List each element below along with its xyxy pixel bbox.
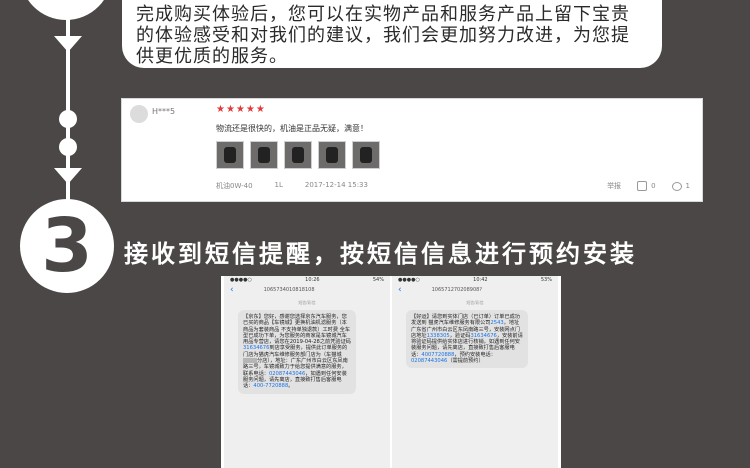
sms-nav-bar: ‹ 1065734010818108	[224, 284, 390, 296]
oil-bottle-image	[224, 147, 236, 163]
review-photo-thumbnail[interactable]	[352, 141, 380, 169]
redacted-block	[243, 358, 257, 364]
sms-code-link[interactable]: 2543	[490, 320, 503, 326]
sms-text: ，验证码	[449, 332, 471, 339]
sms-phone-link[interactable]: 4007720888	[421, 352, 454, 358]
review-size: 1L	[274, 181, 283, 189]
comment-count: 1	[685, 182, 690, 190]
timeline-dot	[59, 138, 77, 156]
review-photo-thumbnail[interactable]	[284, 141, 312, 169]
sms-sender: 106571270208908?	[431, 287, 482, 293]
timeline-dot	[59, 110, 77, 128]
sms-sender: 1065734010818108	[263, 287, 315, 293]
sms-code-link[interactable]: 31634676	[243, 345, 269, 351]
battery-level: 53%	[540, 277, 552, 283]
sms-screenshots: ●●●●○ 10:26 54% ‹ 1065734010818108 短信/彩信…	[221, 276, 561, 468]
like-count: 0	[651, 182, 656, 190]
phone-screenshot-right: ●●●●○ 10:42 53% ‹ 106571270208908? 短信/彩信…	[392, 276, 558, 468]
status-bar: ●●●●○ 10:26 54%	[224, 276, 390, 284]
feedback-instruction-text: 完成购买体验后，您可以在实物产品和服务产品上留下宝贵的体验感受和对我们的建议，我…	[136, 4, 630, 67]
review-text: 物流还是很快的，机油是正品无疑，满意！	[216, 124, 368, 133]
phone-screenshot-left: ●●●●○ 10:26 54% ‹ 1065734010818108 短信/彩信…	[224, 276, 390, 468]
step-2-badge	[20, 0, 112, 20]
signal-icon: ●●●●○	[398, 277, 420, 283]
report-link[interactable]: 举报	[607, 181, 621, 191]
like-button[interactable]: 0	[637, 181, 656, 191]
sms-message-bubble: 【好运】请您到实体门店（已订单）订单已成功发送到 猫虎汽车维修服务有限公司254…	[406, 310, 528, 369]
sms-text: 【京东】您好，感谢您选择京东汽车服务，您已买的商品【车镜城】更换机油机滤服务（本…	[243, 314, 351, 346]
comment-button[interactable]: 1	[671, 181, 690, 191]
sms-text: 。	[288, 383, 294, 390]
thumbs-up-icon	[637, 181, 648, 191]
oil-bottle-image	[258, 147, 270, 163]
timeline-arrow-down-icon	[54, 36, 82, 52]
status-bar: ●●●●○ 10:42 53%	[392, 276, 558, 284]
review-meta: 机油0W-40 1L 2017-12-14 15:33	[216, 181, 368, 191]
sms-nav-bar: ‹ 106571270208908?	[392, 284, 558, 296]
status-time: 10:42	[473, 277, 488, 283]
review-photo-thumbnail[interactable]	[216, 141, 244, 169]
review-photos	[216, 141, 380, 169]
step-3-badge: 3	[20, 199, 114, 293]
feedback-instruction-bubble: 完成购买体验后，您可以在实物产品和服务产品上留下宝贵的体验感受和对我们的建议，我…	[122, 0, 662, 68]
sms-phone-link[interactable]: 02087443046	[269, 371, 305, 377]
avatar	[130, 105, 148, 123]
sms-text: ，预约安装电话：	[454, 351, 496, 358]
review-card: H***5 ★★★★★ 物流还是很快的，机油是正品无疑，满意！ 机油0W-40 …	[122, 99, 702, 201]
step-3-heading: 接收到短信提醒，按短信信息进行预约安装	[124, 240, 637, 268]
review-product: 机油0W-40	[216, 182, 253, 190]
timeline-arrow-down-icon	[54, 168, 82, 184]
sms-date-stamp: 短信/彩信	[466, 300, 484, 305]
comment-icon	[671, 181, 682, 191]
review-actions: 举报 0 1	[607, 181, 690, 191]
signal-icon: ●●●●○	[230, 277, 252, 283]
step-number: 3	[41, 203, 93, 289]
sms-message-bubble: 【京东】您好，感谢您选择京东汽车服务，您已买的商品【车镜城】更换机油机滤服务（本…	[238, 310, 356, 394]
oil-bottle-image	[360, 147, 372, 163]
battery-level: 54%	[372, 277, 384, 283]
review-date: 2017-12-14 15:33	[304, 181, 368, 189]
sms-date-stamp: 短信/彩信	[298, 300, 316, 305]
sms-text: （需提前预约）	[447, 358, 484, 365]
status-time: 10:26	[305, 277, 320, 283]
rating-stars: ★★★★★	[216, 104, 266, 115]
back-chevron-icon[interactable]: ‹	[230, 285, 234, 295]
sms-phone-link[interactable]: 400-7720888	[253, 383, 288, 389]
sms-phone-link[interactable]: 02087443046	[411, 358, 447, 364]
review-photo-thumbnail[interactable]	[250, 141, 278, 169]
sms-code-link[interactable]: 31634676	[470, 333, 496, 339]
oil-bottle-image	[326, 147, 338, 163]
sms-code-link[interactable]: 1338305	[427, 333, 450, 339]
review-photo-thumbnail[interactable]	[318, 141, 346, 169]
back-chevron-icon[interactable]: ‹	[398, 285, 402, 295]
review-username: H***5	[152, 107, 176, 116]
oil-bottle-image	[292, 147, 304, 163]
